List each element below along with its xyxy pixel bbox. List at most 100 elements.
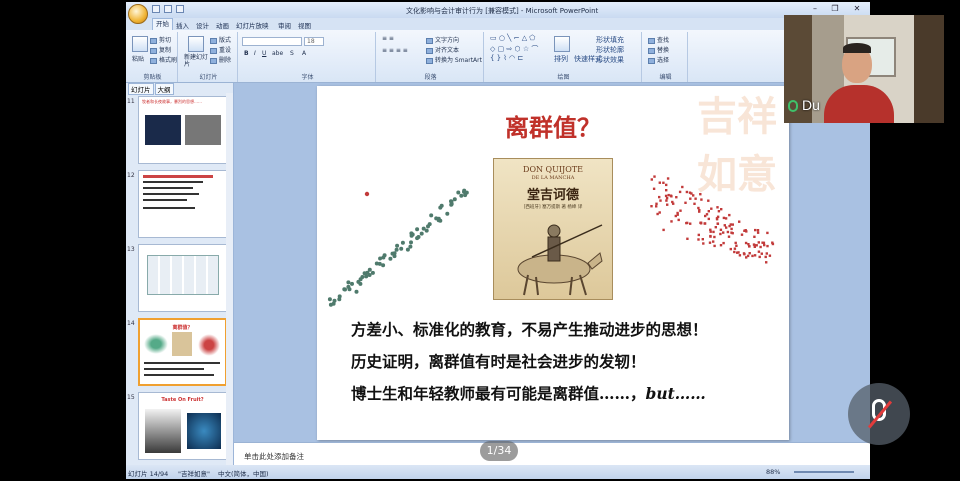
slide-thumbnail[interactable] [138, 244, 227, 312]
scatter-dot [742, 252, 746, 255]
tab-review[interactable]: 审阅 [278, 20, 291, 30]
select-button[interactable]: 选择 [648, 55, 669, 64]
underline-button[interactable]: U [262, 50, 266, 57]
maximize-button[interactable]: ❐ [828, 4, 842, 15]
slide-thumbnail[interactable]: Taste On Fruit? [138, 392, 227, 460]
save-icon[interactable] [152, 5, 160, 13]
copy-button[interactable]: 复制 [150, 45, 171, 54]
arrange-button[interactable]: 排列 [554, 54, 568, 64]
notes-pane[interactable]: 单击此处添加备注 [234, 442, 870, 465]
scatter-dot [650, 205, 653, 208]
editing-group: 查找 替换 选择 编辑 [644, 32, 688, 82]
scatter-dot [736, 251, 739, 254]
layout-button[interactable]: 版式 [210, 35, 231, 44]
tab-view[interactable]: 视图 [298, 20, 311, 30]
paste-button[interactable]: 粘贴 [132, 54, 144, 63]
scatter-dot [662, 181, 665, 184]
thumbnail-text-line [144, 362, 220, 364]
scatter-dot [689, 222, 692, 225]
align-buttons[interactable]: ≡ ≡ ≡ ≡ [382, 47, 408, 54]
scatter-dot [656, 212, 659, 216]
zoom-slider[interactable] [794, 471, 854, 473]
shadow-button[interactable]: S [290, 50, 294, 57]
scatter-dot [751, 254, 754, 258]
strikethrough-button[interactable]: abe [272, 50, 283, 57]
minimize-button[interactable]: – [808, 4, 822, 15]
scatter-dot [716, 222, 719, 225]
bullets-button[interactable]: ≡ ≡ [382, 35, 394, 42]
scatter-dot [709, 235, 712, 238]
font-name-box[interactable] [242, 37, 302, 46]
tab-home[interactable]: 开始 [152, 18, 173, 30]
scatter-dot [655, 202, 658, 205]
ribbon: 粘贴 剪切 复制 格式刷 剪贴板 新建幻灯片 版式 重设 删除 幻灯片 18 B… [126, 30, 870, 83]
scatter-dot [753, 235, 756, 238]
scatter-dot [752, 243, 756, 246]
scatter-dot [731, 232, 734, 235]
participant-video: Du [784, 15, 944, 123]
smartart-button[interactable]: 转换为 SmartArt [426, 55, 482, 64]
thumbnail-scrollbar[interactable] [226, 93, 233, 465]
scatter-dot [712, 230, 715, 234]
replace-button[interactable]: 替换 [648, 45, 669, 54]
redo-icon[interactable] [176, 5, 184, 13]
delete-button[interactable]: 删除 [210, 55, 231, 64]
scatter-dot [667, 193, 670, 197]
clipboard-group-label: 剪贴板 [143, 74, 162, 81]
italic-button[interactable]: I [254, 50, 256, 57]
tab-design[interactable]: 设计 [196, 20, 209, 30]
scatter-dot [756, 231, 760, 234]
shape-outline-button[interactable]: 形状轮廓 [596, 45, 624, 55]
scatter-dot [719, 244, 723, 247]
cut-button[interactable]: 剪切 [150, 35, 171, 44]
tab-slideshow[interactable]: 幻灯片放映 [236, 20, 269, 30]
mute-button[interactable] [848, 383, 910, 445]
thumbnail-text-line [144, 368, 204, 370]
shapes-gallery-row3[interactable]: { } ⌇ ◠ ⊏ [490, 54, 523, 62]
thumbnail-text-line [143, 199, 187, 201]
brush-icon [150, 57, 157, 64]
font-color-button[interactable]: A [302, 50, 306, 57]
text-direction-button[interactable]: 文字方向 [426, 35, 459, 44]
bold-button[interactable]: B [244, 50, 249, 57]
arrange-icon[interactable] [554, 36, 570, 52]
bullet-italic-tail: but…… [645, 384, 706, 403]
scatter-dot [409, 240, 413, 245]
slide-thumbnail[interactable] [138, 170, 227, 238]
tab-insert[interactable]: 插入 [176, 20, 189, 30]
paragraph-group-label: 段落 [424, 74, 437, 81]
replace-icon [648, 47, 655, 54]
reset-button[interactable]: 重设 [210, 45, 231, 54]
font-size-box[interactable]: 18 [304, 37, 324, 46]
shape-fill-button[interactable]: 形状填充 [596, 35, 624, 45]
shapes-gallery-row2[interactable]: ◇ ▢ ⇨ ⬡ ☆ ⌒ [490, 44, 538, 54]
notes-placeholder: 单击此处添加备注 [244, 452, 304, 461]
don-quixote-book-cover: DON QUIJOTE DE LA MANCHA 堂吉诃德 [西班牙] 塞万提斯… [493, 158, 613, 300]
scatter-dot [724, 217, 728, 220]
scatter-dot [704, 214, 707, 218]
tab-slides[interactable]: 幻灯片 [128, 83, 154, 95]
scatter-dot [684, 201, 687, 204]
tab-outline[interactable]: 大纲 [154, 83, 174, 95]
office-button[interactable] [128, 4, 148, 24]
close-button[interactable]: ✕ [850, 4, 864, 15]
language-indicator: 中文(简体，中国) [218, 470, 269, 478]
tab-animations[interactable]: 动画 [216, 20, 229, 30]
format-painter-button[interactable]: 格式刷 [150, 55, 177, 64]
zoom-level[interactable]: 88% [766, 468, 780, 476]
shapes-gallery[interactable]: ▭ ○ ╲ ⌐ △ ⬠ [490, 34, 535, 42]
shape-effects-button[interactable]: 形状效果 [596, 55, 624, 65]
slide-thumbnail-selected[interactable]: 离群值？ [138, 318, 227, 386]
paste-icon[interactable] [132, 36, 148, 52]
scatter-dot [764, 255, 767, 259]
find-button[interactable]: 查找 [648, 35, 669, 44]
slide-thumbnail[interactable]: 牧者和长夜故事，暴烈的思想…… [138, 96, 227, 164]
bullet-point: 历史证明，离群值有时是社会进步的发轫！ [351, 352, 646, 371]
new-slide-button[interactable]: 新建幻灯片 [184, 54, 212, 68]
scatter-dot [665, 199, 668, 202]
scatter-dot [766, 231, 769, 235]
new-slide-icon[interactable] [188, 36, 204, 52]
undo-icon[interactable] [164, 5, 172, 13]
align-text-button[interactable]: 对齐文本 [426, 45, 459, 54]
scatter-dot [670, 220, 673, 223]
